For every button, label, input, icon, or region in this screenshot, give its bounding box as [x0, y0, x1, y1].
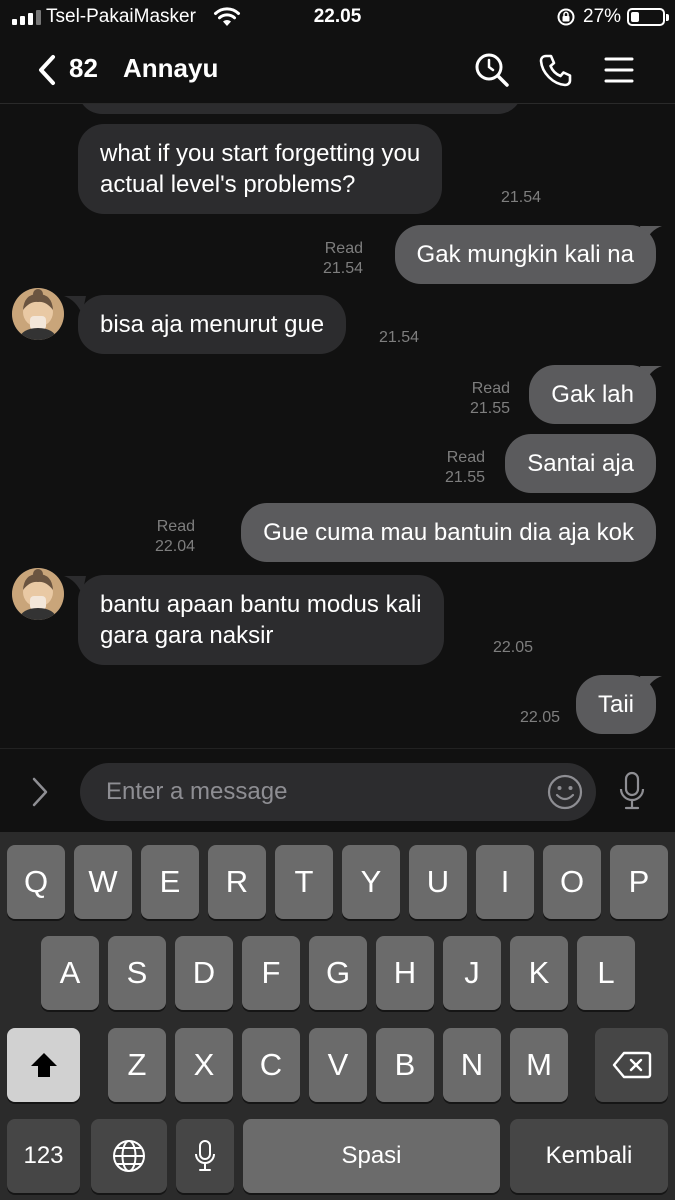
- message-time: 22.04: [154, 538, 195, 555]
- chat-header: 82 Annayu: [0, 36, 675, 104]
- phone-call-icon[interactable]: [538, 52, 574, 88]
- menu-icon[interactable]: [603, 52, 635, 88]
- search-icon[interactable]: [474, 52, 510, 88]
- rotation-lock-icon: [557, 8, 575, 26]
- read-receipt: Read: [324, 240, 363, 257]
- message-time: 22.05: [519, 709, 560, 726]
- key-c[interactable]: C: [242, 1028, 300, 1102]
- read-receipt: Read: [471, 380, 510, 397]
- key-k[interactable]: K: [510, 936, 568, 1010]
- key-j[interactable]: J: [443, 936, 501, 1010]
- key-s[interactable]: S: [108, 936, 166, 1010]
- key-q[interactable]: Q: [7, 845, 65, 919]
- emoji-icon[interactable]: [547, 774, 583, 810]
- previous-message-bubble[interactable]: [78, 104, 522, 114]
- key-e[interactable]: E: [141, 845, 199, 919]
- message-bubble-outgoing[interactable]: Taii: [575, 675, 656, 734]
- key-z[interactable]: Z: [108, 1028, 166, 1102]
- message-time: 21.54: [322, 260, 363, 277]
- battery-percent: 27%: [583, 6, 622, 27]
- dictation-key[interactable]: [176, 1119, 234, 1193]
- key-p[interactable]: P: [610, 845, 668, 919]
- key-h[interactable]: H: [376, 936, 434, 1010]
- message-time: 21.55: [469, 400, 510, 417]
- message-bubble-outgoing[interactable]: Santai aja: [505, 434, 656, 493]
- key-f[interactable]: F: [242, 936, 300, 1010]
- message-bubble-incoming[interactable]: bantu apaan bantu modus kali gara gara n…: [78, 575, 444, 665]
- backspace-icon: [612, 1051, 651, 1079]
- key-o[interactable]: O: [543, 845, 601, 919]
- read-receipt: Read: [156, 518, 195, 535]
- key-g[interactable]: G: [309, 936, 367, 1010]
- read-receipt: Read: [446, 449, 485, 466]
- backspace-key[interactable]: [595, 1028, 668, 1102]
- space-key[interactable]: Spasi: [243, 1119, 500, 1193]
- globe-icon: [113, 1140, 145, 1172]
- key-i[interactable]: I: [476, 845, 534, 919]
- back-chevron-icon[interactable]: [36, 54, 58, 86]
- message-input-box[interactable]: [80, 763, 596, 821]
- battery-icon: [627, 8, 669, 26]
- contact-name[interactable]: Annayu: [123, 53, 218, 84]
- globe-key[interactable]: [91, 1119, 167, 1193]
- shift-arrow-icon: [30, 1053, 57, 1077]
- message-input[interactable]: [104, 763, 534, 821]
- key-b[interactable]: B: [376, 1028, 434, 1102]
- message-bubble-incoming[interactable]: what if you start forgetting you actual …: [78, 124, 443, 214]
- contact-avatar[interactable]: [12, 288, 64, 340]
- message-bubble-incoming[interactable]: bisa aja menurut gue: [78, 295, 347, 354]
- contact-avatar[interactable]: [12, 568, 64, 620]
- message-time: 21.54: [501, 189, 542, 206]
- key-v[interactable]: V: [309, 1028, 367, 1102]
- microphone-icon[interactable]: [618, 771, 646, 811]
- key-l[interactable]: L: [577, 936, 635, 1010]
- key-n[interactable]: N: [443, 1028, 501, 1102]
- key-a[interactable]: A: [41, 936, 99, 1010]
- unread-count[interactable]: 82: [69, 53, 98, 84]
- microphone-icon: [195, 1140, 215, 1171]
- message-bubble-outgoing[interactable]: Gak mungkin kali na: [394, 225, 656, 284]
- message-time: 21.55: [444, 469, 485, 486]
- expand-chevron-icon[interactable]: [30, 776, 50, 808]
- return-key[interactable]: Kembali: [510, 1119, 668, 1193]
- key-y[interactable]: Y: [342, 845, 400, 919]
- key-w[interactable]: W: [74, 845, 132, 919]
- shift-key[interactable]: [7, 1028, 80, 1102]
- message-time: 22.05: [493, 639, 534, 656]
- key-x[interactable]: X: [175, 1028, 233, 1102]
- key-t[interactable]: T: [275, 845, 333, 919]
- status-bar: Tsel-PakaiMasker 22.05 27%: [0, 0, 675, 36]
- key-u[interactable]: U: [409, 845, 467, 919]
- key-r[interactable]: R: [208, 845, 266, 919]
- key-d[interactable]: D: [175, 936, 233, 1010]
- keyboard: Q W E R T Y U I O P A S D F G H J K L Z …: [0, 832, 675, 1200]
- message-list[interactable]: what if you start forgetting you actual …: [0, 104, 675, 748]
- message-time: 21.54: [379, 329, 420, 346]
- key-m[interactable]: M: [510, 1028, 568, 1102]
- message-bubble-outgoing[interactable]: Gak lah: [529, 365, 656, 424]
- composer-bar: [0, 748, 675, 832]
- numbers-key[interactable]: 123: [7, 1119, 80, 1193]
- message-bubble-outgoing[interactable]: Gue cuma mau bantuin dia aja kok: [241, 503, 656, 562]
